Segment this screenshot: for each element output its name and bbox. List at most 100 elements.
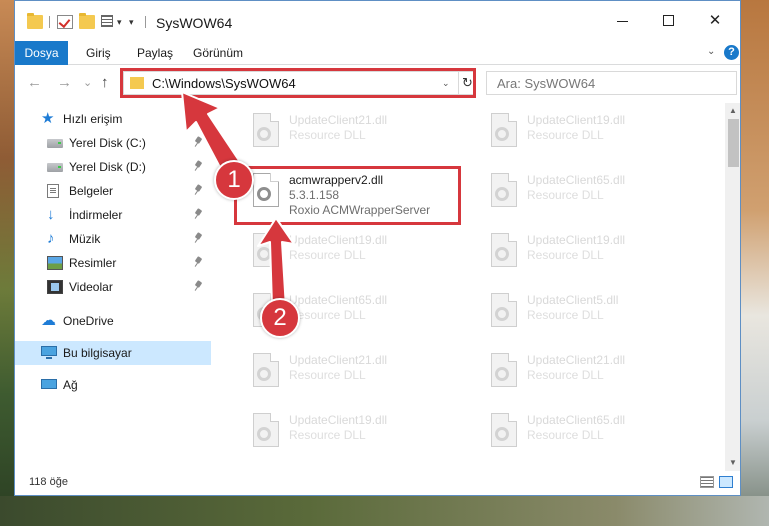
pin-icon[interactable] [195, 257, 202, 267]
document-icon [47, 184, 59, 198]
sidebar-item-local-disk-d[interactable]: Yerel Disk (D:) [15, 155, 211, 179]
folder-icon [27, 13, 43, 29]
address-bar-highlight [120, 68, 476, 98]
file-name: UpdateClient19.dll [527, 113, 626, 127]
sidebar-item-label: OneDrive [63, 314, 114, 328]
sidebar-item-label: Videolar [69, 280, 113, 294]
desktop-background-left [0, 0, 14, 526]
file-name: UpdateClient21.dll [289, 113, 388, 127]
sidebar-item-this-pc[interactable]: Bu bilgisayar [15, 341, 211, 365]
computer-icon [41, 346, 57, 359]
maximize-button[interactable] [646, 9, 692, 33]
pin-icon[interactable] [195, 233, 202, 243]
file-description: Resource DLL [527, 368, 604, 382]
file-item[interactable]: UpdateClient21.dll Resource DLL [237, 347, 467, 407]
file-description: Resource DLL [527, 308, 604, 322]
close-button[interactable]: ✕ [692, 9, 738, 33]
sidebar-item-label: Belgeler [69, 184, 114, 198]
search-box[interactable]: Ara: SysWOW64 [486, 71, 737, 95]
title-bar: ▾ ▾ SysWOW64 ✕ [15, 1, 740, 41]
ribbon-tabs: Dosya Giriş Paylaş Görünüm ⌄ [15, 41, 740, 65]
file-name: UpdateClient21.dll [527, 353, 626, 367]
file-description: Resource DLL [289, 368, 366, 382]
scroll-up-arrow-icon[interactable]: ▲ [729, 106, 737, 115]
network-icon [41, 379, 57, 389]
expand-ribbon-icon[interactable]: ⌄ [707, 46, 715, 57]
file-description: Resource DLL [527, 188, 604, 202]
file-item[interactable]: UpdateClient19.dll Resource DLL [475, 107, 705, 167]
sidebar-item-network[interactable]: Ağ [15, 373, 211, 397]
sidebar-item-onedrive[interactable]: ☁ OneDrive [15, 309, 211, 333]
minimize-button[interactable] [600, 9, 646, 33]
sidebar-item-quick-access[interactable]: ★ Hızlı erişim [15, 107, 211, 131]
dll-file-icon [251, 113, 281, 153]
minimize-icon [617, 21, 628, 22]
star-icon: ★ [41, 110, 55, 127]
file-name: UpdateClient21.dll [289, 353, 388, 367]
pin-icon[interactable] [195, 209, 202, 219]
file-name: UpdateClient5.dll [527, 293, 619, 307]
file-name: UpdateClient19.dll [527, 233, 626, 247]
up-button[interactable]: ↑ [101, 74, 109, 91]
sidebar-item-downloads[interactable]: ↓ İndirmeler [15, 203, 211, 227]
recent-locations-button[interactable]: ⌄ [83, 76, 92, 89]
tab-share[interactable]: Paylaş [137, 41, 173, 65]
step-callout-1: 1 [214, 160, 254, 200]
vertical-scrollbar[interactable]: ▲ ▼ [725, 103, 740, 471]
tab-view[interactable]: Görünüm [193, 41, 243, 65]
tiles-view-button[interactable] [719, 476, 733, 488]
pin-icon[interactable] [195, 137, 202, 147]
quick-access-menu-icon[interactable]: ▾ [129, 17, 134, 28]
cloud-icon: ☁ [41, 312, 56, 329]
file-description: Resource DLL [289, 248, 366, 262]
sidebar-item-videos[interactable]: Videolar [15, 275, 211, 299]
tab-home[interactable]: Giriş [86, 41, 111, 65]
file-description: Resource DLL [289, 428, 366, 442]
file-item[interactable]: UpdateClient19.dll Resource DLL [237, 407, 467, 467]
scrollbar-thumb[interactable] [728, 119, 739, 167]
pictures-icon [47, 256, 63, 270]
file-description: Resource DLL [289, 308, 366, 322]
new-folder-icon[interactable] [79, 13, 95, 29]
title-separator [145, 16, 146, 28]
window-title: SysWOW64 [156, 15, 233, 31]
pin-icon[interactable] [195, 161, 202, 171]
file-item[interactable]: UpdateClient65.dll Resource DLL [475, 167, 705, 227]
sidebar-item-label: İndirmeler [69, 208, 123, 222]
status-bar: 118 öğe [15, 471, 740, 495]
sidebar-item-label: Resimler [69, 256, 117, 270]
dll-file-icon [489, 113, 519, 153]
file-item[interactable]: UpdateClient21.dll Resource DLL [475, 347, 705, 407]
file-description: Resource DLL [289, 128, 366, 142]
file-description: Resource DLL [527, 128, 604, 142]
file-item[interactable]: UpdateClient21.dll Resource DLL [237, 107, 467, 167]
pin-icon[interactable] [195, 281, 202, 291]
scroll-down-arrow-icon[interactable]: ▼ [729, 458, 737, 467]
details-view-button[interactable] [700, 476, 714, 488]
sidebar-item-pictures[interactable]: Resimler [15, 251, 211, 275]
back-button[interactable]: ← [27, 74, 42, 91]
sidebar-item-label: Ağ [63, 378, 78, 392]
file-item[interactable]: UpdateClient19.dll Resource DLL [237, 227, 467, 287]
sidebar-item-label: Yerel Disk (D:) [69, 160, 146, 174]
properties-check-icon[interactable] [57, 15, 73, 29]
item-count: 118 öğe [29, 476, 68, 488]
file-item[interactable]: UpdateClient19.dll Resource DLL [475, 227, 705, 287]
customize-toolbar-icon[interactable] [101, 15, 113, 27]
file-item[interactable]: UpdateClient65.dll Resource DLL [475, 407, 705, 467]
sidebar-item-music[interactable]: ♪ Müzik [15, 227, 211, 251]
pin-icon[interactable] [195, 185, 202, 195]
dll-file-icon [489, 233, 519, 273]
close-icon: ✕ [708, 12, 722, 29]
sidebar-item-local-disk-c[interactable]: Yerel Disk (C:) [15, 131, 211, 155]
dll-file-icon [489, 413, 519, 453]
drive-icon [47, 139, 63, 148]
chevron-down-icon[interactable]: ▾ [117, 17, 122, 28]
file-name: UpdateClient19.dll [289, 413, 388, 427]
file-description: Resource DLL [527, 428, 604, 442]
help-button[interactable]: ? [724, 45, 739, 60]
sidebar-item-documents[interactable]: Belgeler [15, 179, 211, 203]
forward-button[interactable]: → [57, 74, 72, 91]
file-item[interactable]: UpdateClient5.dll Resource DLL [475, 287, 705, 347]
tab-file[interactable]: Dosya [15, 41, 68, 65]
